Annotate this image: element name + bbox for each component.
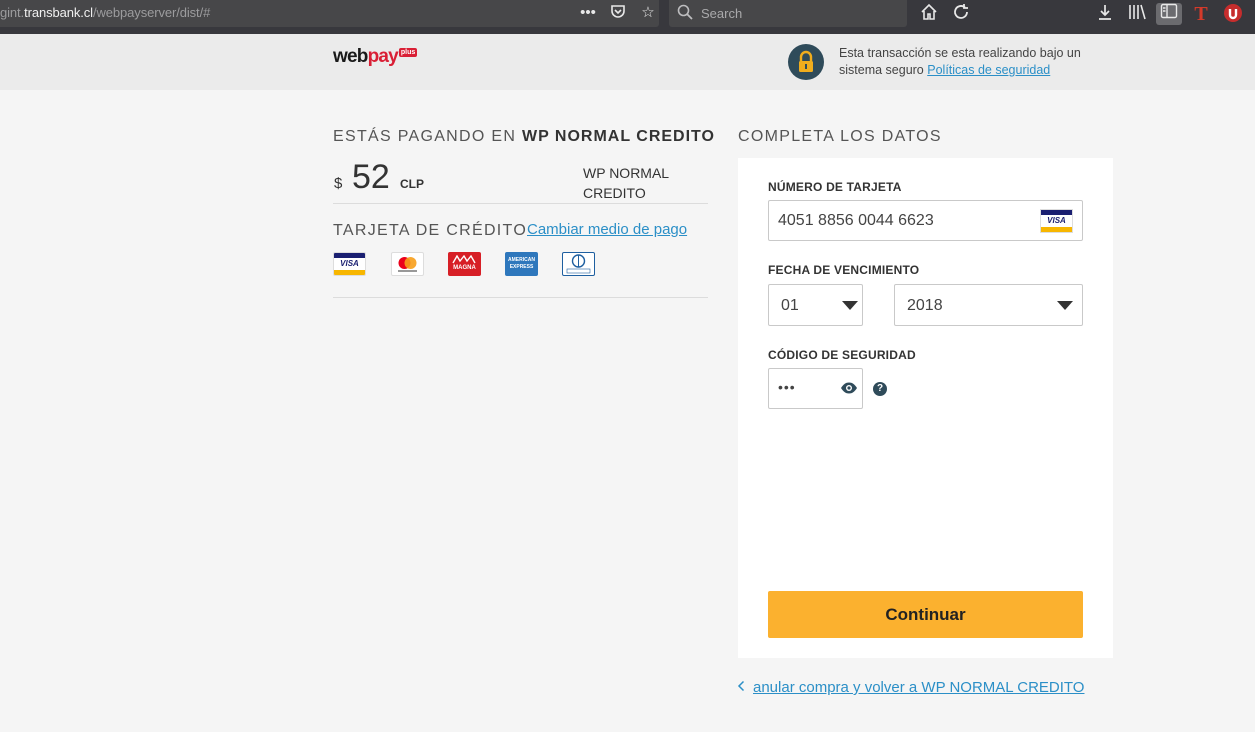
payment-method-label: TARJETA DE CRÉDITO	[333, 222, 528, 239]
amount-row: $ 52 CLP WP NORMAL CREDITO	[333, 158, 708, 204]
security-policy-link[interactable]: Políticas de seguridad	[927, 63, 1050, 77]
form-title: COMPLETA LOS DATOS	[738, 128, 942, 145]
card-number-value[interactable]: 4051 8856 0044 6623	[778, 212, 934, 230]
diners-club-logo-icon	[562, 252, 595, 276]
search-input[interactable]: Search	[701, 6, 742, 21]
cancel-purchase-link[interactable]: anular compra y volver a WP NORMAL CREDI…	[737, 679, 1084, 696]
magna-logo-icon: MAGNA	[448, 252, 481, 276]
cvv-field[interactable]: •••	[768, 368, 863, 409]
card-number-field[interactable]: 4051 8856 0044 6623 VISA	[768, 200, 1083, 241]
chevron-down-icon	[842, 301, 858, 310]
page-header: webpay plus Esta transacción se esta real…	[0, 34, 1255, 90]
mastercard-logo-icon	[391, 252, 424, 276]
ublock-icon[interactable]	[1222, 3, 1244, 25]
browser-toolbar: gint.transbank.cl/webpayserver/dist/# ••…	[0, 0, 1255, 34]
change-payment-method-link[interactable]: Cambiar medio de pago	[527, 221, 687, 238]
expiry-label: FECHA DE VENCIMIENTO	[768, 263, 920, 277]
continue-button[interactable]: Continuar	[768, 591, 1083, 638]
lock-icon	[788, 44, 824, 80]
amex-logo-icon: AMERICAN EXPRESS	[505, 252, 538, 276]
visa-logo-icon: VISA	[333, 252, 366, 276]
page-actions-icon[interactable]: •••	[578, 3, 598, 23]
currency-code: CLP	[400, 177, 424, 191]
extension-t-icon[interactable]: T	[1190, 3, 1212, 25]
pocket-icon[interactable]	[608, 3, 628, 23]
home-icon[interactable]	[918, 3, 940, 25]
divider	[333, 297, 708, 298]
paying-heading: ESTÁS PAGANDO EN WP NORMAL CREDITO	[333, 128, 715, 145]
webpay-logo: webpay plus	[333, 46, 418, 67]
expiry-month-select[interactable]: 01	[768, 284, 863, 326]
card-form: NÚMERO DE TARJETA 4051 8856 0044 6623 VI…	[738, 158, 1113, 658]
merchant-name: WP NORMAL CREDITO	[521, 128, 715, 145]
card-brands: VISA MAGNA AMERICAN EXPRESS	[333, 252, 708, 278]
visa-card-icon: VISA	[1040, 209, 1073, 233]
bookmark-star-icon[interactable]: ☆	[638, 3, 658, 23]
search-icon	[677, 4, 693, 25]
sidebar-icon[interactable]	[1156, 3, 1182, 25]
url-bar[interactable]: gint.transbank.cl/webpayserver/dist/# ••…	[0, 0, 659, 27]
search-bar[interactable]: Search	[669, 0, 907, 27]
eye-icon[interactable]	[840, 381, 858, 400]
library-icon[interactable]	[1126, 3, 1148, 25]
chevron-down-icon	[1057, 301, 1073, 310]
currency-symbol: $	[334, 175, 343, 192]
download-icon[interactable]	[1094, 3, 1116, 25]
payment-summary: ESTÁS PAGANDO EN WP NORMAL CREDITO $ 52 …	[333, 128, 715, 298]
card-number-label: NÚMERO DE TARJETA	[768, 180, 902, 194]
merchant-label: WP NORMAL CREDITO	[583, 165, 670, 201]
reload-icon[interactable]	[950, 3, 972, 25]
security-notice: Esta transacción se esta realizando bajo…	[839, 46, 1081, 77]
chevron-left-icon	[737, 679, 745, 696]
payment-method-row: TARJETA DE CRÉDITO Cambiar medio de pago	[333, 221, 708, 240]
cvv-value[interactable]: •••	[778, 379, 796, 395]
url-text[interactable]: gint.transbank.cl/webpayserver/dist/#	[0, 5, 210, 20]
help-icon[interactable]: ?	[873, 382, 887, 396]
cvv-label: CÓDIGO DE SEGURIDAD	[768, 348, 916, 362]
amount: 52	[352, 158, 390, 196]
expiry-year-select[interactable]: 2018	[894, 284, 1083, 326]
